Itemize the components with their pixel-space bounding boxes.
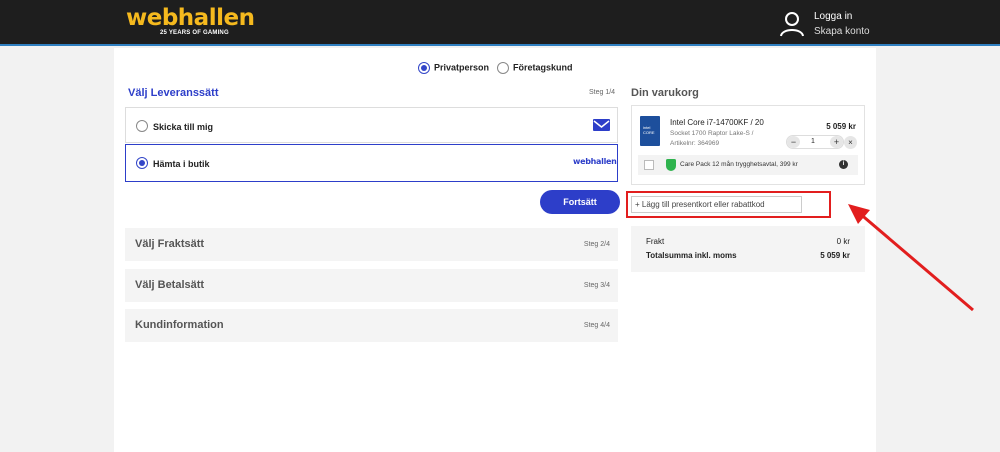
product-spec: Socket 1700 Raptor Lake-S /	[670, 130, 754, 137]
shield-icon	[666, 159, 676, 171]
step-counter: Steg 3/4	[583, 282, 610, 289]
radio-private-label: Privatperson	[434, 62, 490, 73]
annotation-highlight-box: + Lägg till presentkort eller rabattkod	[626, 191, 831, 218]
step-title: Kundinformation	[135, 319, 224, 331]
delivery-step: Steg 1/4	[589, 89, 616, 96]
user-icon	[780, 12, 804, 37]
step-title: Välj Fraktsätt	[135, 238, 205, 250]
total-label: Frakt	[646, 237, 665, 246]
quantity-value[interactable]: 1	[811, 138, 815, 145]
radio-private[interactable]: Privatperson	[418, 62, 489, 74]
product-article-number: Artikelnr: 364969	[670, 140, 720, 147]
step-shipping[interactable]: Välj Fraktsätt Steg 2/4	[125, 228, 618, 261]
delivery-option-pickup[interactable]: Hämta i butik webhallen	[125, 144, 618, 182]
radio-selected-icon	[418, 62, 430, 74]
cart-item: Intel Core i7-14700KF / 20 Socket 1700 R…	[631, 105, 865, 185]
delivery-option-ship[interactable]: Skicka till mig	[125, 107, 618, 143]
step-customer-info[interactable]: Kundinformation Steg 4/4	[125, 309, 618, 342]
radio-selected-icon	[136, 157, 148, 169]
care-pack-label: Care Pack 12 mån trygghetsavtal, 399 kr	[680, 161, 798, 168]
delivery-title: Välj Leveranssätt	[128, 87, 219, 99]
decrease-quantity-button[interactable]: −	[787, 136, 800, 148]
radio-unselected-icon	[136, 120, 148, 132]
radio-business-label: Företagskund	[513, 62, 573, 73]
webhallen-logo-icon: webhallen	[573, 157, 617, 166]
total-label: Totalsumma inkl. moms	[646, 251, 737, 260]
product-details: Socket 1700 Raptor Lake-S / Artikelnr: 3…	[670, 129, 753, 149]
radio-business[interactable]: Företagskund	[497, 62, 573, 74]
add-discount-code-button[interactable]: + Lägg till presentkort eller rabattkod	[631, 196, 802, 213]
step-title: Välj Betalsätt	[135, 279, 205, 291]
care-pack-checkbox[interactable]	[644, 160, 654, 170]
delivery-option-label: Hämta i butik	[153, 159, 210, 169]
order-totals: Frakt 0 kr Totalsumma inkl. moms 5 059 k…	[631, 226, 865, 272]
login-link[interactable]: Logga in	[814, 9, 870, 24]
discount-code-label: + Lägg till presentkort eller rabattkod	[635, 200, 765, 209]
step-payment[interactable]: Välj Betalsätt Steg 3/4	[125, 269, 618, 302]
cart-title: Din varukorg	[631, 87, 699, 99]
create-account-link[interactable]: Skapa konto	[814, 24, 870, 39]
logo-tagline: 25 YEARS OF GAMING	[160, 30, 229, 36]
quantity-stepper: − 1 +	[786, 135, 844, 149]
product-name[interactable]: Intel Core i7-14700KF / 20	[670, 118, 764, 127]
radio-unselected-icon	[497, 62, 509, 74]
webhallen-logo[interactable]: webhallen 25 YEARS OF GAMING	[126, 5, 255, 36]
mail-icon	[593, 119, 610, 131]
continue-button[interactable]: Fortsätt	[540, 190, 620, 214]
shipping-total-row: Frakt 0 kr	[646, 237, 850, 246]
info-icon[interactable]: i	[839, 160, 848, 169]
account-labels: Logga in Skapa konto	[814, 9, 870, 39]
logo-text: webhallen	[126, 5, 255, 31]
increase-quantity-button[interactable]: +	[830, 136, 843, 148]
step-counter: Steg 2/4	[583, 241, 610, 248]
annotation-arrow-icon	[848, 204, 974, 312]
delivery-option-label: Skicka till mig	[153, 122, 214, 132]
care-pack-row: Care Pack 12 mån trygghetsavtal, 399 kr …	[638, 155, 858, 175]
product-image[interactable]	[640, 116, 660, 146]
remove-item-button[interactable]: ×	[844, 136, 857, 149]
product-price: 5 059 kr	[826, 122, 856, 131]
top-header: webhallen 25 YEARS OF GAMING Logga in Sk…	[0, 0, 1000, 46]
grand-total-row: Totalsumma inkl. moms 5 059 kr	[646, 251, 850, 260]
step-counter: Steg 4/4	[583, 322, 610, 329]
